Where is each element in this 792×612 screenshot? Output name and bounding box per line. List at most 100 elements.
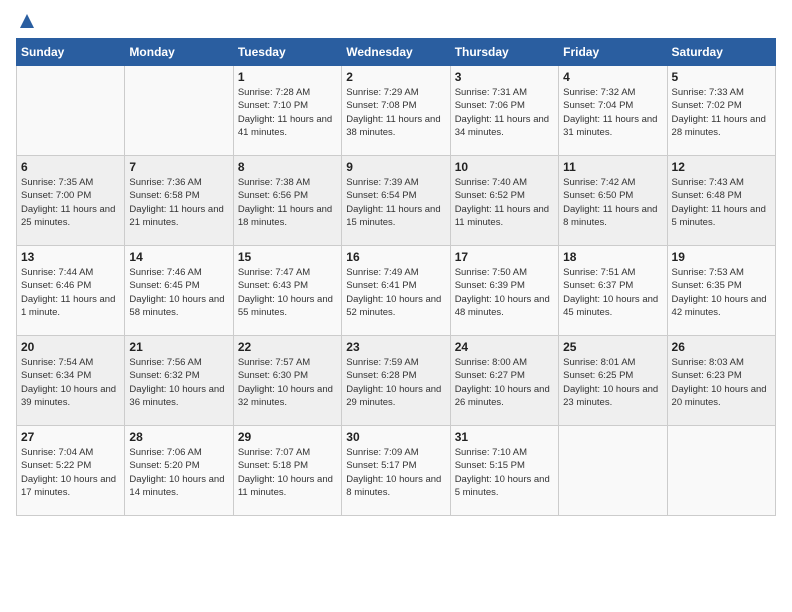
calendar-cell: 3 Sunrise: 7:31 AM Sunset: 7:06 PM Daylig…: [450, 66, 558, 156]
calendar-cell: 18 Sunrise: 7:51 AM Sunset: 6:37 PM Dayli…: [559, 246, 667, 336]
calendar-cell: 11 Sunrise: 7:42 AM Sunset: 6:50 PM Dayli…: [559, 156, 667, 246]
calendar-week-row: 13 Sunrise: 7:44 AM Sunset: 6:46 PM Dayli…: [17, 246, 776, 336]
day-info: Sunrise: 7:38 AM Sunset: 6:56 PM Dayligh…: [238, 176, 337, 229]
day-info: Sunrise: 7:56 AM Sunset: 6:32 PM Dayligh…: [129, 356, 228, 409]
calendar-cell: 31Sunrise: 7:10 AM Sunset: 5:15 PM Dayli…: [450, 426, 558, 516]
day-info: Sunrise: 7:57 AM Sunset: 6:30 PM Dayligh…: [238, 356, 337, 409]
day-number: 26: [672, 340, 771, 354]
calendar-cell: 7 Sunrise: 7:36 AM Sunset: 6:58 PM Daylig…: [125, 156, 233, 246]
day-number: 22: [238, 340, 337, 354]
day-info: Sunrise: 7:49 AM Sunset: 6:41 PM Dayligh…: [346, 266, 445, 319]
page-header: [16, 16, 776, 30]
calendar-cell: 28 Sunrise: 7:06 AM Sunset: 5:20 PM Dayli…: [125, 426, 233, 516]
calendar-cell: 6Sunrise: 7:35 AM Sunset: 7:00 PM Daylig…: [17, 156, 125, 246]
day-info: Sunrise: 7:29 AM Sunset: 7:08 PM Dayligh…: [346, 86, 445, 139]
calendar-cell: [559, 426, 667, 516]
calendar-cell: 8 Sunrise: 7:38 AM Sunset: 6:56 PM Daylig…: [233, 156, 341, 246]
column-header-tuesday: Tuesday: [233, 39, 341, 66]
day-number: 27: [21, 430, 120, 444]
calendar-week-row: 1 Sunrise: 7:28 AM Sunset: 7:10 PM Daylig…: [17, 66, 776, 156]
day-number: 28: [129, 430, 228, 444]
column-header-saturday: Saturday: [667, 39, 775, 66]
calendar-week-row: 20Sunrise: 7:54 AM Sunset: 6:34 PM Dayli…: [17, 336, 776, 426]
day-info: Sunrise: 7:07 AM Sunset: 5:18 PM Dayligh…: [238, 446, 337, 499]
calendar-cell: 9 Sunrise: 7:39 AM Sunset: 6:54 PM Daylig…: [342, 156, 450, 246]
day-info: Sunrise: 7:32 AM Sunset: 7:04 PM Dayligh…: [563, 86, 662, 139]
day-number: 29: [238, 430, 337, 444]
day-info: Sunrise: 7:44 AM Sunset: 6:46 PM Dayligh…: [21, 266, 120, 319]
day-info: Sunrise: 7:51 AM Sunset: 6:37 PM Dayligh…: [563, 266, 662, 319]
calendar-cell: 27 Sunrise: 7:04 AM Sunset: 5:22 PM Dayli…: [17, 426, 125, 516]
calendar-cell: 29 Sunrise: 7:07 AM Sunset: 5:18 PM Dayli…: [233, 426, 341, 516]
day-info: Sunrise: 7:59 AM Sunset: 6:28 PM Dayligh…: [346, 356, 445, 409]
day-number: 14: [129, 250, 228, 264]
day-number: 11: [563, 160, 662, 174]
calendar-cell: 4 Sunrise: 7:32 AM Sunset: 7:04 PM Daylig…: [559, 66, 667, 156]
day-info: Sunrise: 7:53 AM Sunset: 6:35 PM Dayligh…: [672, 266, 771, 319]
calendar-cell: 30 Sunrise: 7:09 AM Sunset: 5:17 PM Dayli…: [342, 426, 450, 516]
day-info: Sunrise: 7:06 AM Sunset: 5:20 PM Dayligh…: [129, 446, 228, 499]
calendar-cell: 12 Sunrise: 7:43 AM Sunset: 6:48 PM Dayli…: [667, 156, 775, 246]
calendar-cell: [17, 66, 125, 156]
day-number: 18: [563, 250, 662, 264]
calendar-cell: [125, 66, 233, 156]
day-number: 16: [346, 250, 445, 264]
calendar-cell: [667, 426, 775, 516]
calendar-cell: 2Sunrise: 7:29 AM Sunset: 7:08 PM Daylig…: [342, 66, 450, 156]
calendar-cell: 17 Sunrise: 7:50 AM Sunset: 6:39 PM Dayli…: [450, 246, 558, 336]
day-info: Sunrise: 7:28 AM Sunset: 7:10 PM Dayligh…: [238, 86, 337, 139]
calendar-table: SundayMondayTuesdayWednesdayThursdayFrid…: [16, 38, 776, 516]
day-number: 7: [129, 160, 228, 174]
day-number: 20: [21, 340, 120, 354]
calendar-cell: 1 Sunrise: 7:28 AM Sunset: 7:10 PM Daylig…: [233, 66, 341, 156]
day-info: Sunrise: 7:47 AM Sunset: 6:43 PM Dayligh…: [238, 266, 337, 319]
day-info: Sunrise: 7:39 AM Sunset: 6:54 PM Dayligh…: [346, 176, 445, 229]
day-number: 1: [238, 70, 337, 84]
column-header-friday: Friday: [559, 39, 667, 66]
column-header-thursday: Thursday: [450, 39, 558, 66]
calendar-week-row: 6Sunrise: 7:35 AM Sunset: 7:00 PM Daylig…: [17, 156, 776, 246]
day-info: Sunrise: 7:04 AM Sunset: 5:22 PM Dayligh…: [21, 446, 120, 499]
day-info: Sunrise: 7:09 AM Sunset: 5:17 PM Dayligh…: [346, 446, 445, 499]
day-info: Sunrise: 7:46 AM Sunset: 6:45 PM Dayligh…: [129, 266, 228, 319]
calendar-cell: 25Sunrise: 8:01 AM Sunset: 6:25 PM Dayli…: [559, 336, 667, 426]
day-number: 17: [455, 250, 554, 264]
day-number: 10: [455, 160, 554, 174]
calendar-week-row: 27 Sunrise: 7:04 AM Sunset: 5:22 PM Dayli…: [17, 426, 776, 516]
calendar-cell: 22 Sunrise: 7:57 AM Sunset: 6:30 PM Dayli…: [233, 336, 341, 426]
calendar-cell: 13 Sunrise: 7:44 AM Sunset: 6:46 PM Dayli…: [17, 246, 125, 336]
day-info: Sunrise: 7:10 AM Sunset: 5:15 PM Dayligh…: [455, 446, 554, 499]
day-number: 21: [129, 340, 228, 354]
day-number: 4: [563, 70, 662, 84]
day-info: Sunrise: 7:50 AM Sunset: 6:39 PM Dayligh…: [455, 266, 554, 319]
day-number: 19: [672, 250, 771, 264]
calendar-cell: 26 Sunrise: 8:03 AM Sunset: 6:23 PM Dayli…: [667, 336, 775, 426]
day-info: Sunrise: 8:03 AM Sunset: 6:23 PM Dayligh…: [672, 356, 771, 409]
calendar-cell: 24 Sunrise: 8:00 AM Sunset: 6:27 PM Dayli…: [450, 336, 558, 426]
day-info: Sunrise: 8:00 AM Sunset: 6:27 PM Dayligh…: [455, 356, 554, 409]
day-info: Sunrise: 7:35 AM Sunset: 7:00 PM Dayligh…: [21, 176, 120, 229]
calendar-header-row: SundayMondayTuesdayWednesdayThursdayFrid…: [17, 39, 776, 66]
calendar-cell: 10Sunrise: 7:40 AM Sunset: 6:52 PM Dayli…: [450, 156, 558, 246]
day-number: 24: [455, 340, 554, 354]
day-info: Sunrise: 7:36 AM Sunset: 6:58 PM Dayligh…: [129, 176, 228, 229]
day-number: 15: [238, 250, 337, 264]
day-number: 23: [346, 340, 445, 354]
calendar-cell: 16 Sunrise: 7:49 AM Sunset: 6:41 PM Dayli…: [342, 246, 450, 336]
day-number: 25: [563, 340, 662, 354]
day-number: 3: [455, 70, 554, 84]
day-info: Sunrise: 7:42 AM Sunset: 6:50 PM Dayligh…: [563, 176, 662, 229]
day-number: 13: [21, 250, 120, 264]
calendar-cell: 5Sunrise: 7:33 AM Sunset: 7:02 PM Daylig…: [667, 66, 775, 156]
day-number: 12: [672, 160, 771, 174]
day-number: 8: [238, 160, 337, 174]
day-info: Sunrise: 7:31 AM Sunset: 7:06 PM Dayligh…: [455, 86, 554, 139]
column-header-sunday: Sunday: [17, 39, 125, 66]
calendar-cell: 15 Sunrise: 7:47 AM Sunset: 6:43 PM Dayli…: [233, 246, 341, 336]
column-header-monday: Monday: [125, 39, 233, 66]
day-info: Sunrise: 7:43 AM Sunset: 6:48 PM Dayligh…: [672, 176, 771, 229]
day-number: 9: [346, 160, 445, 174]
day-number: 30: [346, 430, 445, 444]
calendar-cell: 23 Sunrise: 7:59 AM Sunset: 6:28 PM Dayli…: [342, 336, 450, 426]
logo: [16, 16, 36, 30]
